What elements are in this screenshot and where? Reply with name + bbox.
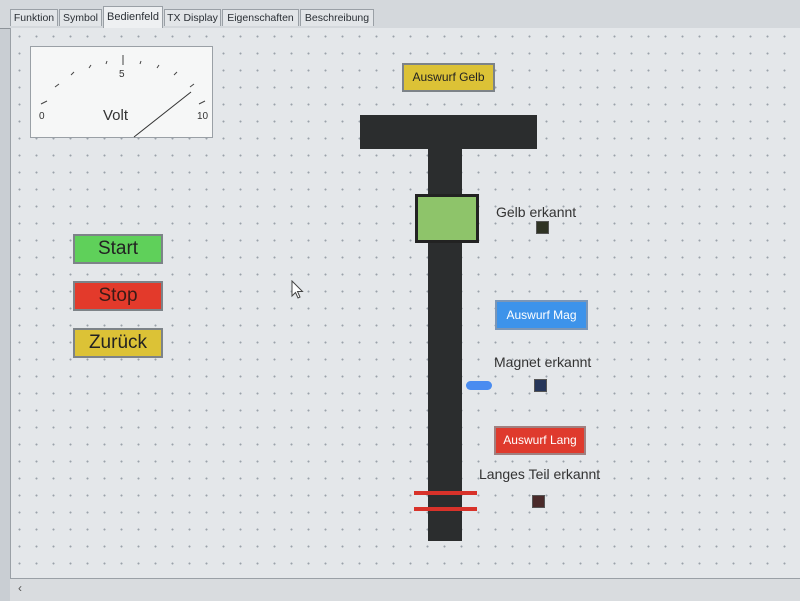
- light-barrier-bottom: [414, 507, 477, 511]
- tab-eigenschaften[interactable]: Eigenschaften: [222, 9, 299, 26]
- gauge-needle: [133, 91, 192, 138]
- gauge-tick: [173, 71, 178, 76]
- status-bar: ‹: [10, 578, 800, 601]
- chevron-left-icon[interactable]: ‹: [18, 581, 22, 595]
- light-barrier-top: [414, 491, 477, 495]
- magnet-erkannt-label: Magnet erkannt: [494, 354, 592, 370]
- gauge-max-label: 10: [197, 111, 209, 122]
- volt-gauge: 0 5 10 Volt: [30, 46, 213, 138]
- conveyor-top-bar: [360, 115, 537, 149]
- gelb-erkannt-indicator: [536, 221, 549, 234]
- workpiece-box: [415, 194, 479, 243]
- tab-bedienfeld[interactable]: Bedienfeld: [103, 6, 163, 28]
- gauge-scale: [40, 55, 206, 138]
- magnet-sensor: [466, 381, 492, 390]
- start-button[interactable]: Start: [73, 234, 163, 264]
- tab-symbol[interactable]: Symbol: [59, 9, 102, 26]
- gauge-tick: [105, 60, 108, 65]
- auswurf-lang-button[interactable]: Auswurf Lang: [494, 426, 586, 455]
- gauge-tick: [198, 100, 206, 105]
- control-panel: 0 5 10 Volt Start Stop Zurück Auswurf Ge…: [10, 28, 800, 580]
- stop-button[interactable]: Stop: [73, 281, 163, 311]
- tab-tx-display[interactable]: TX Display: [164, 9, 221, 26]
- tab-bar: Funktion Symbol Bedienfeld TX Display Ei…: [0, 0, 800, 29]
- gauge-tick: [156, 64, 160, 69]
- magnet-erkannt-indicator: [534, 379, 547, 392]
- gauge-mid-label: 5: [119, 69, 125, 80]
- mouse-cursor-icon: [291, 280, 304, 299]
- auswurf-gelb-button[interactable]: Auswurf Gelb: [402, 63, 495, 92]
- gauge-tick: [139, 60, 142, 65]
- gauge-tick: [54, 83, 60, 88]
- gauge-min-label: 0: [39, 111, 45, 122]
- gauge-unit-label: Volt: [103, 107, 129, 124]
- tab-beschreibung[interactable]: Beschreibung: [300, 9, 374, 26]
- zurueck-button[interactable]: Zurück: [73, 328, 163, 358]
- gauge-tick: [40, 100, 48, 105]
- gauge-tick: [88, 64, 92, 69]
- gauge-tick: [70, 71, 75, 76]
- auswurf-mag-button[interactable]: Auswurf Mag: [495, 300, 588, 330]
- langes-teil-erkannt-label: Langes Teil erkannt: [479, 466, 601, 482]
- gelb-erkannt-label: Gelb erkannt: [496, 204, 577, 220]
- langes-teil-indicator: [532, 495, 545, 508]
- tab-funktion[interactable]: Funktion: [10, 9, 58, 26]
- gauge-tick: [189, 83, 195, 88]
